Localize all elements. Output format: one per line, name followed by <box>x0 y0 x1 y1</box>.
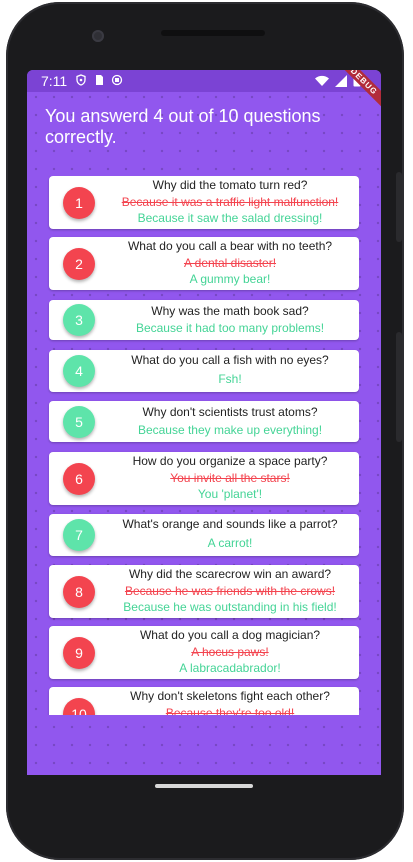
correct-answer: A labracadabrador! <box>179 661 281 675</box>
correct-answer: A gummy bear! <box>189 272 271 286</box>
result-card: 1 Why did the tomato turn red? Because i… <box>49 176 359 229</box>
correct-answer: Because he was outstanding in his field! <box>123 600 337 614</box>
result-card: 8 Why did the scarecrow win an award? Be… <box>49 565 359 618</box>
status-bar: 7:11 DEBUG <box>27 70 381 111</box>
sd-card-icon <box>93 74 105 86</box>
question-text: Why don't scientists trust atoms? <box>142 405 318 419</box>
question-text: Why did the tomato turn red? <box>152 178 308 192</box>
front-camera <box>92 30 104 42</box>
result-card: 6 How do you organize a space party? You… <box>49 452 359 505</box>
user-answer: A hocus paws! <box>191 645 269 659</box>
wifi-icon <box>315 75 329 90</box>
result-card: 3 Why was the math book sad? Because it … <box>49 300 359 340</box>
correct-answer: You 'planet'! <box>197 487 263 501</box>
home-gesture-bar[interactable] <box>155 784 253 788</box>
question-text: What do you call a bear with no teeth? <box>127 239 333 253</box>
correct-answer: Because it saw the salad dressing! <box>137 211 323 225</box>
status-time: 7:11 <box>41 73 68 89</box>
result-card: 9 What do you call a dog magician? A hoc… <box>49 626 359 679</box>
user-answer: Because he was friends with the crows! <box>124 584 336 598</box>
question-number-badge: 7 <box>63 519 95 551</box>
correct-answer: Because they make up everything! <box>137 423 323 437</box>
result-card: 4 What do you call a fish with no eyes? … <box>49 350 359 392</box>
user-answer: Because it was a traffic light malfuncti… <box>121 195 339 209</box>
user-answer: You invite all the stars! <box>170 471 290 485</box>
question-text: What's orange and sounds like a parrot? <box>122 517 338 531</box>
result-card: 5 Why don't scientists trust atoms? Beca… <box>49 401 359 442</box>
status-notification-icons <box>75 74 123 86</box>
volume-button <box>396 332 402 442</box>
result-card: 10 Why don't skeletons fight each other?… <box>49 687 359 715</box>
earpiece-speaker <box>161 30 265 36</box>
question-number-badge: 9 <box>63 637 95 669</box>
question-number-badge: 8 <box>63 576 95 608</box>
sync-icon <box>111 74 123 86</box>
signal-icon <box>335 74 347 90</box>
question-number-badge: 6 <box>63 463 95 495</box>
question-text: Why did the scarecrow win an award? <box>128 567 332 581</box>
question-text: What do you call a fish with no eyes? <box>131 353 329 367</box>
correct-answer: Because it had too many problems! <box>135 321 325 335</box>
question-text: Why don't skeletons fight each other? <box>130 689 330 703</box>
correct-answer: A carrot! <box>207 536 253 550</box>
user-answer: Because they're too old! <box>165 706 295 715</box>
question-text: Why was the math book sad? <box>151 304 309 318</box>
results-list[interactable]: 1 Why did the tomato turn red? Because i… <box>47 176 359 715</box>
question-number-badge: 5 <box>63 406 95 438</box>
question-text: How do you organize a space party? <box>132 454 328 468</box>
user-answer: A dental disaster! <box>183 256 277 270</box>
question-number-badge: 2 <box>63 248 95 280</box>
result-card: 2 What do you call a bear with no teeth?… <box>49 237 359 290</box>
question-number-badge: 10 <box>63 698 95 715</box>
question-number-badge: 3 <box>63 304 95 336</box>
score-summary: You answerd 4 out of 10 questions correc… <box>45 106 321 147</box>
question-number-badge: 4 <box>63 355 95 387</box>
power-button <box>396 172 402 242</box>
question-number-badge: 1 <box>63 187 95 219</box>
correct-answer: Fsh! <box>218 372 242 386</box>
question-text: What do you call a dog magician? <box>139 628 321 642</box>
app-screen: 7:11 DEBUG You answerd 4 out of 10 quest… <box>27 70 381 775</box>
shield-icon <box>75 74 87 86</box>
result-card: 7 What's orange and sounds like a parrot… <box>49 514 359 556</box>
